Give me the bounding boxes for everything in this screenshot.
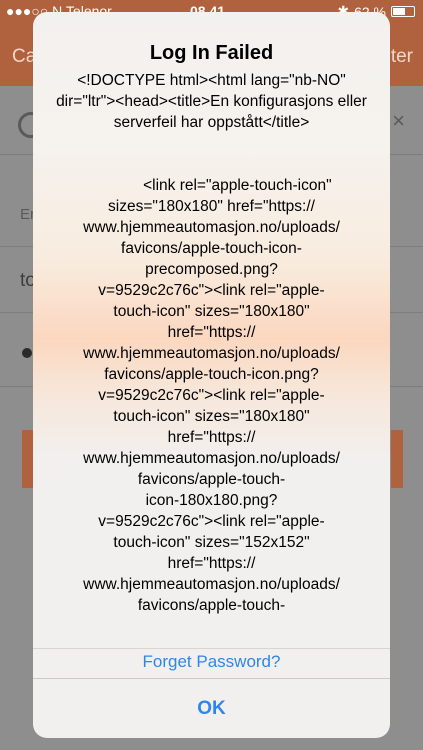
forgot-password-link[interactable]: Forget Password? (33, 652, 390, 672)
divider (33, 648, 390, 649)
alert-message: <!DOCTYPE html><html lang="nb-NO" dir="l… (56, 72, 367, 614)
password-field[interactable] (22, 348, 32, 358)
close-icon[interactable]: × (392, 108, 405, 134)
battery-icon (391, 6, 415, 17)
battery-fill (393, 8, 406, 15)
nav-right-button[interactable]: ter (391, 46, 413, 68)
ok-button[interactable]: OK (33, 679, 390, 738)
alert-dialog: Log In Failed <!DOCTYPE html><html lang=… (33, 12, 390, 738)
alert-title: Log In Failed (149, 42, 274, 64)
login-button-edge (391, 430, 403, 488)
